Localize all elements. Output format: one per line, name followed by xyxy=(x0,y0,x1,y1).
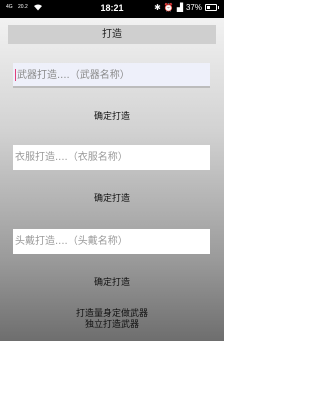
alarm-icon: ⏰ xyxy=(163,3,174,12)
page-title: 打造 xyxy=(8,25,216,44)
battery-icon xyxy=(205,4,217,11)
status-right: ✱ ⏰ ▟ 37% xyxy=(154,3,219,12)
bluetooth-icon: ✱ xyxy=(154,3,161,12)
footer-line-2: 独立打造武器 xyxy=(84,320,139,330)
status-bar: 4G 20.2 18:21 ✱ ⏰ ▟ 37% xyxy=(0,0,224,18)
clothes-input-placeholder: 衣服打造....（衣服名称） xyxy=(15,152,128,163)
weapon-input-placeholder: 武器打造....（武器名称） xyxy=(17,70,130,81)
confirm-helmet-button[interactable]: 确定打造 xyxy=(0,277,224,289)
confirm-clothes-button[interactable]: 确定打造 xyxy=(0,193,224,205)
footer-line-1: 打造量身定做武器 xyxy=(75,309,148,319)
battery-percent: 37% xyxy=(185,3,202,12)
text-caret xyxy=(15,69,16,81)
battery-cap xyxy=(218,6,219,9)
helmet-input-placeholder: 头戴打造....（头戴名称） xyxy=(15,236,128,247)
clothes-name-input[interactable]: 衣服打造....（衣服名称） xyxy=(13,145,210,170)
signal-icon: ▟ xyxy=(176,3,183,12)
weapon-name-input[interactable]: 武器打造....（武器名称） xyxy=(13,63,210,88)
app-content: 打造 武器打造....（武器名称） 确定打造 衣服打造....（衣服名称） 确定… xyxy=(0,18,224,341)
confirm-weapon-button[interactable]: 确定打造 xyxy=(0,111,224,123)
helmet-name-input[interactable]: 头戴打造....（头戴名称） xyxy=(13,229,210,254)
